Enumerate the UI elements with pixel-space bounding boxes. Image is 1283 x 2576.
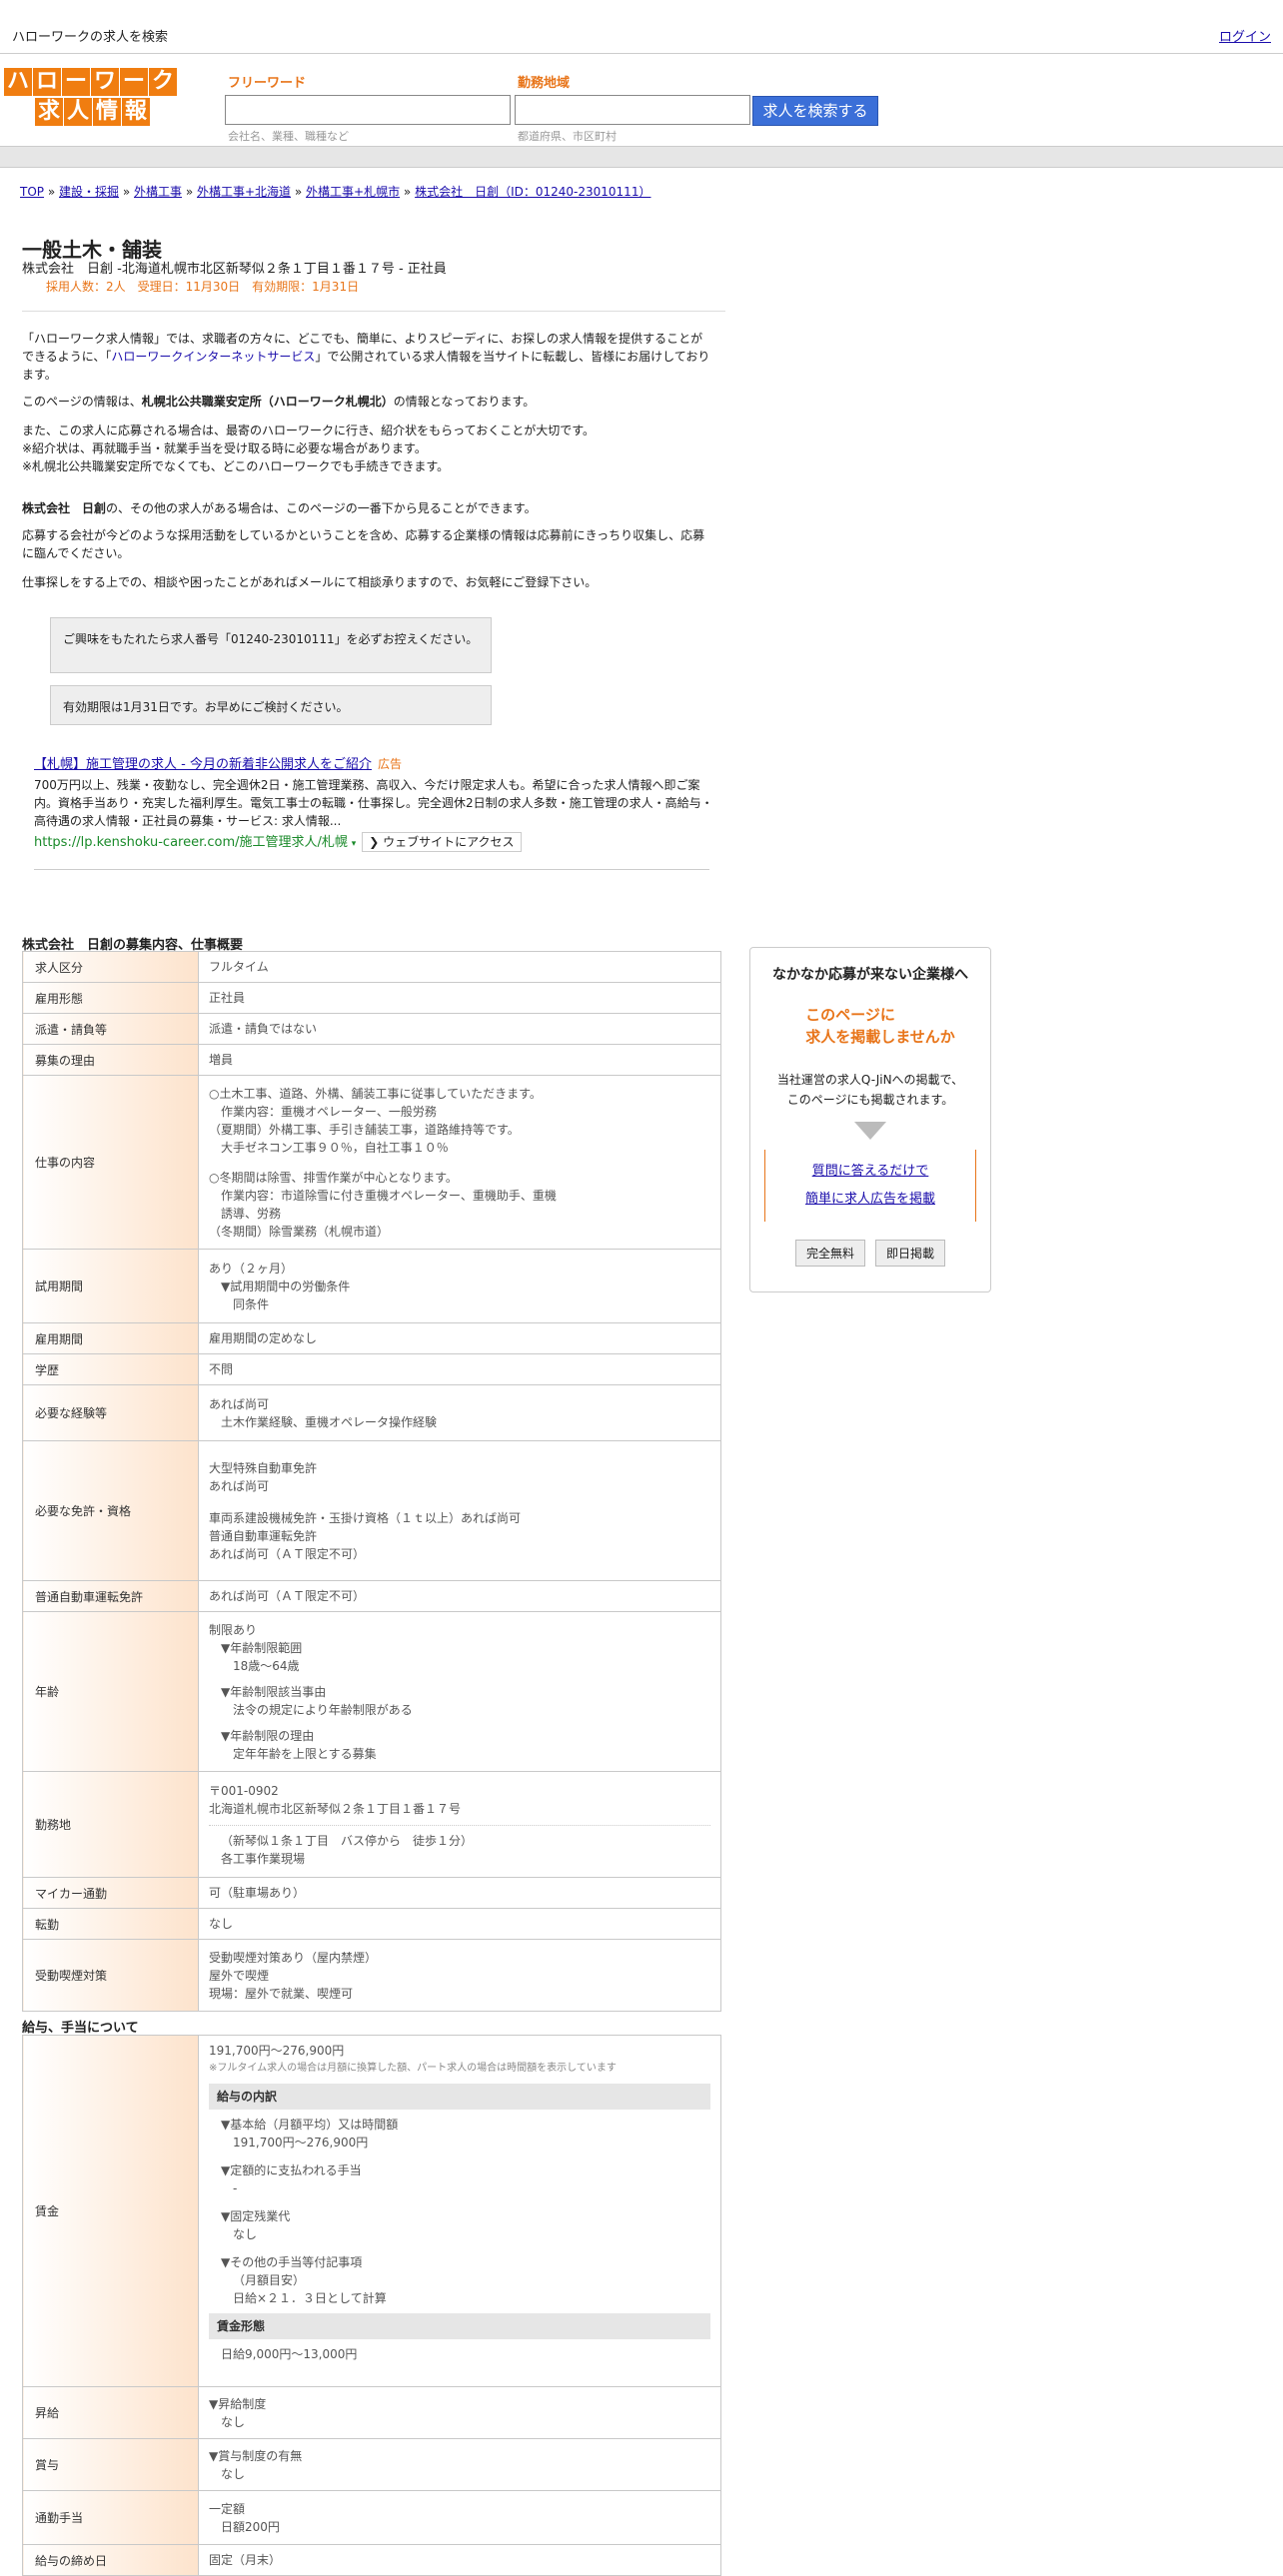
- table-row: 給与の締め日 固定（月末）: [22, 2544, 721, 2576]
- table-row: 仕事の内容 ○土木工事、道路、外構、舗装工事に従事していただきます。 作業内容：…: [22, 1075, 721, 1250]
- promo-text: 当社運営の求人Q-JiNへの掲載で、 このページにも掲載されます。: [776, 1073, 964, 1107]
- ad-block: 【札幌】施工管理の求人 - 今月の新着非公開求人をご紹介 広告 700万円以上、残…: [34, 755, 713, 853]
- table-row: 雇用形態 正社員: [22, 982, 721, 1014]
- freeword-hint: 会社名、業種、職種など: [228, 130, 349, 143]
- divider: [34, 869, 709, 870]
- intro-paragraph: 株式会社 日創の、その他の求人がある場合は、このページの一番下から見ることができ…: [22, 501, 537, 515]
- ad-visit-button[interactable]: ❯ ウェブサイトにアクセス: [362, 832, 522, 852]
- area-hint: 都道府県、市区町村: [518, 130, 617, 143]
- detail-table: 求人区分 フルタイム 雇用形態 正社員 派遣・請負等 派遣・請負ではない 募集の理由増…: [22, 951, 721, 2012]
- logo-char: 報: [122, 98, 150, 126]
- ad-title-link[interactable]: 【札幌】施工管理の求人 - 今月の新着非公開求人をご紹介: [34, 757, 372, 772]
- logo-char: ー: [62, 68, 90, 96]
- logo-char: 求: [35, 98, 63, 126]
- ad-body: 700万円以上、残業・夜勤なし、完全週休2日・施工管理業務、高収入、今だけ限定求…: [34, 778, 713, 828]
- info-box-deadline: 有効期限は1月31日です。お早めにご検討ください。: [50, 685, 492, 725]
- job-meta: 採用人数：2人 受理日：11月30日 有効期限：1月31日: [46, 280, 360, 294]
- promo-buttons: 完全無料 即日掲載: [750, 1240, 990, 1267]
- table-row: 年齢 制限あり ▼年齢制限範囲 18歳〜64歳 ▼年齢制限該当事由 法令の規定に…: [22, 1611, 721, 1772]
- table-row: 必要な免許・資格 大型特殊自動車免許 あれば尚可 車両系建設機械免許・玉掛け資格…: [22, 1440, 721, 1581]
- table-row: 派遣・請負等 派遣・請負ではない: [22, 1013, 721, 1045]
- table-row: 募集の理由 増員: [22, 1044, 721, 1076]
- promo-title: なかなか応募が来ない企業様へ: [772, 967, 968, 983]
- area-label: 勤務地域: [518, 76, 571, 91]
- promo-links: 質問に答えるだけで 簡単に求人広告を掲載: [764, 1150, 976, 1222]
- table-row: 求人区分 フルタイム: [22, 951, 721, 983]
- table-row: マイカー通勤 可（駐車場あり）: [22, 1877, 721, 1909]
- promo-headline: このページに 求人を掲載しませんか: [805, 1006, 955, 1046]
- breadcrumb-item[interactable]: TOP: [20, 185, 44, 199]
- logo-char: ク: [149, 68, 177, 96]
- table-row: 賃金 191,700円〜276,900円 ※フルタイム求人の場合は月額に換算した…: [22, 2035, 721, 2387]
- logo-char: ハ: [4, 68, 32, 96]
- table-row: 賞与 ▼賞与制度の有無 なし: [22, 2438, 721, 2491]
- breadcrumb-item[interactable]: 株式会社 日創（ID：01240-23010111）: [415, 185, 650, 199]
- area-input[interactable]: [515, 95, 750, 125]
- promo-sidebar: なかなか応募が来ない企業様へ このページに 求人を掲載しませんか 当社運営の求人…: [749, 947, 991, 1292]
- intro-paragraph: このページの情報は、札幌北公共職業安定所（ハローワーク札幌北）の情報となっており…: [22, 395, 536, 409]
- search-button[interactable]: 求人を検索する: [752, 96, 878, 126]
- table-row: 昇給 ▼昇給制度 なし: [22, 2386, 721, 2439]
- free-button[interactable]: 完全無料: [794, 1240, 865, 1267]
- table-row: 通勤手当 一定額 日額200円: [22, 2490, 721, 2545]
- logo-char: ロ: [33, 68, 61, 96]
- table-row: 受動喫煙対策 受動喫煙対策あり（屋内禁煙） 屋外で喫煙 現場：屋外で就業、喫煙可: [22, 1939, 721, 2012]
- breadcrumb-item[interactable]: 外構工事: [134, 185, 182, 199]
- hellowork-internet-link[interactable]: ハローワークインターネットサービス: [111, 350, 315, 364]
- promo-link-question[interactable]: 質問に答えるだけで: [812, 1164, 929, 1179]
- intro-paragraph: 仕事探しをする上での、相談や困ったことがあればメールにて相談承りますので、お気軽…: [22, 575, 598, 589]
- salary-table: 賃金 191,700円〜276,900円 ※フルタイム求人の場合は月額に換算した…: [22, 2035, 721, 2576]
- arrow-down-icon: [854, 1122, 886, 1140]
- intro-paragraph: また、この求人に応募される場合は、最寄のハローワークに行き、紹介状をもらっておく…: [22, 424, 596, 473]
- table-row: 学歴 不問: [22, 1353, 721, 1385]
- gray-bar: [0, 146, 1283, 168]
- job-subtitle: 株式会社 日創 -北海道札幌市北区新琴似２条１丁目１番１７号 - 正社員: [22, 262, 447, 277]
- ad-url-caret-icon: ▾: [351, 839, 357, 849]
- freeword-input[interactable]: [225, 95, 511, 125]
- same-day-button[interactable]: 即日掲載: [875, 1240, 946, 1267]
- logo-char: 情: [93, 98, 121, 126]
- table-row: 転勤 なし: [22, 1908, 721, 1940]
- breadcrumb-item[interactable]: 外構工事+札幌市: [306, 185, 400, 199]
- logo-char: ー: [120, 68, 148, 96]
- table-row: 必要な経験等 あれば尚可 土木作業経験、重機オペレータ操作経験: [22, 1384, 721, 1441]
- table-row: 雇用期間 雇用期間の定めなし: [22, 1322, 721, 1354]
- intro-paragraph: 応募する会社が今どのような採用活動をしているかということを含め、応募する企業様の…: [22, 528, 705, 560]
- freeword-label: フリーワード: [228, 76, 307, 91]
- ad-url[interactable]: https://lp.kenshoku-career.com/施工管理求人/札幌: [34, 835, 348, 850]
- ad-badge: 広告: [377, 757, 402, 771]
- logo[interactable]: ハ ロ ー ワ ー ク 求 人 情 報: [4, 68, 180, 126]
- table-row: 勤務地 〒001-0902 北海道札幌市北区新琴似２条１丁目１番１７号 （新琴似…: [22, 1771, 721, 1878]
- breadcrumb-item[interactable]: 建設・採掘: [59, 185, 119, 199]
- table-row: 普通自動車運転免許 あれば尚可（ＡＴ限定不可）: [22, 1580, 721, 1612]
- logo-char: ワ: [91, 68, 119, 96]
- info-box-number: ご興味をもたれたら求人番号「01240-23010111」を必ずお控えください。: [50, 617, 492, 673]
- intro-paragraph: 「ハローワーク求人情報」では、求職者の方々に、どこでも、簡単に、よりスピーディに…: [22, 332, 710, 382]
- breadcrumb: TOP » 建設・採掘 » 外構工事 » 外構工事+北海道 » 外構工事+札幌市…: [20, 185, 651, 199]
- breadcrumb-item[interactable]: 外構工事+北海道: [197, 185, 291, 199]
- salary-section-title: 給与、手当について: [22, 2021, 139, 2036]
- promo-link-post[interactable]: 簡単に求人広告を掲載: [805, 1192, 935, 1207]
- header: ハ ロ ー ワ ー ク 求 人 情 報 フリーワード 会社名、業種、職種など 勤…: [0, 0, 1283, 168]
- table-row: 試用期間 あり（２ヶ月） ▼試用期間中の労働条件 同条件: [22, 1249, 721, 1323]
- logo-char: 人: [64, 98, 92, 126]
- divider: [22, 311, 725, 312]
